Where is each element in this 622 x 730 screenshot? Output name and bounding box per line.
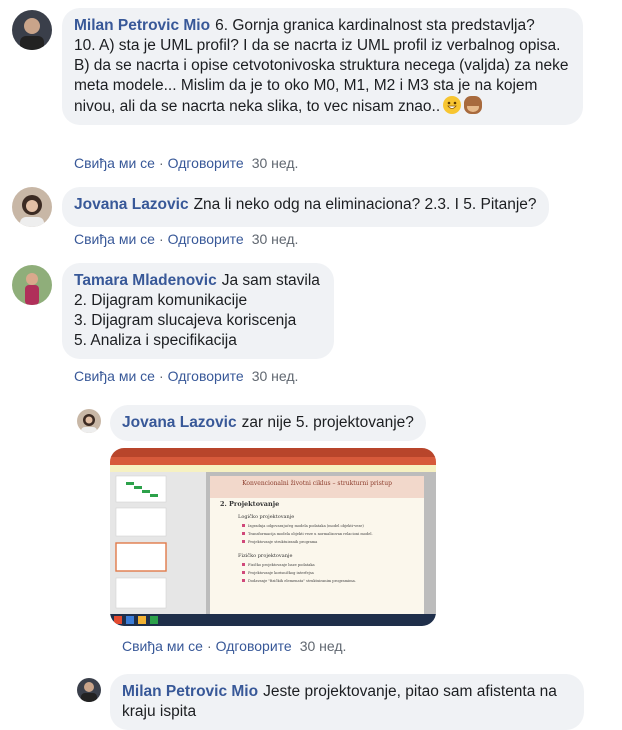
slide-heading: 2. Projektovanje — [220, 500, 279, 508]
comment-2: Jovana Lazovic Zna li neko odg na elimina… — [12, 187, 549, 227]
slide-title: Konvencionalni životni ciklus – struktur… — [242, 480, 392, 487]
comment-1: Milan Petrovic Mio 6. Gornja granica kard… — [12, 8, 583, 125]
avatar[interactable] — [12, 265, 52, 305]
comment-text: Zna li neko odg na eliminaciona? 2.3. I … — [193, 196, 537, 213]
comment-author[interactable]: Jovana Lazovic — [74, 196, 189, 213]
grinning-face-icon — [443, 96, 462, 114]
physical-item: Fizičko projektovanje baze podataka — [248, 563, 316, 567]
timestamp[interactable]: 30 нед. — [252, 155, 299, 171]
separator: · — [206, 638, 212, 654]
comment-actions: Свиђа ми се · Одговорите 30 нед. — [122, 638, 346, 654]
like-link[interactable]: Свиђа ми се — [74, 231, 155, 247]
like-link[interactable]: Свиђа ми се — [74, 155, 155, 171]
reply-link[interactable]: Одговорите — [168, 368, 244, 384]
comment-bubble: Milan Petrovic Mio 6. Gornja granica kard… — [62, 8, 583, 125]
like-link[interactable]: Свиђа ми се — [74, 368, 155, 384]
physical-item: Projektovanje korisničkog interfejsa — [248, 571, 315, 575]
reply-link[interactable]: Одговорите — [168, 231, 244, 247]
timestamp[interactable]: 30 нед. — [300, 638, 347, 654]
physical-item: Dodavanje "fizičkih elemenata" struktuir… — [248, 579, 356, 583]
comment-bubble: Milan Petrovic Mio Jeste projektovanje, p… — [110, 674, 584, 730]
separator: · — [158, 155, 164, 171]
reply-link[interactable]: Одговорите — [168, 155, 244, 171]
comment-bubble: Tamara Mladenovic Ja sam stavila 2. Dijag… — [62, 263, 334, 359]
comment-bubble: Jovana Lazovic zar nije 5. projektovanje? — [110, 405, 426, 441]
avatar[interactable] — [77, 678, 101, 702]
comment-author[interactable]: Milan Petrovic Mio — [74, 17, 210, 34]
see-no-evil-monkey-icon — [464, 96, 483, 114]
comment-actions: Свиђа ми се · Одговорите 30 нед. — [74, 231, 298, 247]
comment-bubble: Jovana Lazovic Zna li neko odg na elimina… — [62, 187, 549, 227]
reply-link[interactable]: Одговорите — [216, 638, 292, 654]
powerpoint-window: Konvencionalni životni ciklus – struktur… — [110, 448, 436, 626]
attached-screenshot-image[interactable]: Konvencionalni životni ciklus – struktur… — [110, 448, 436, 626]
comment-text: zar nije 5. projektovanje? — [241, 414, 414, 431]
timestamp[interactable]: 30 нед. — [252, 231, 299, 247]
comment-author[interactable]: Tamara Mladenovic — [74, 272, 217, 289]
separator: · — [158, 231, 164, 247]
logical-item: Projektovanje struktuiranih programa — [248, 540, 318, 544]
separator: · — [158, 368, 164, 384]
logical-title: Logičko projektovanje — [238, 513, 294, 520]
comment-actions: Свиђа ми се · Одговорите 30 нед. — [74, 155, 298, 171]
reply-2: Milan Petrovic Mio Jeste projektovanje, p… — [77, 674, 584, 730]
comment-3: Tamara Mladenovic Ja sam stavila 2. Dijag… — [12, 263, 334, 359]
logical-item: Izgradnja odgovarajućeg modela podataka … — [248, 524, 364, 528]
avatar[interactable] — [12, 10, 52, 50]
like-link[interactable]: Свиђа ми се — [122, 638, 203, 654]
comment-author[interactable]: Jovana Lazovic — [122, 414, 237, 431]
avatar[interactable] — [12, 187, 52, 227]
comment-actions: Свиђа ми се · Одговорите 30 нед. — [74, 368, 298, 384]
logical-item: Transformacija modela objekti veze u nor… — [248, 532, 373, 536]
physical-title: Fizičko projektovanje — [238, 552, 292, 559]
reply-1: Jovana Lazovic zar nije 5. projektovanje? — [77, 405, 426, 441]
avatar[interactable] — [77, 409, 101, 433]
timestamp[interactable]: 30 нед. — [252, 368, 299, 384]
comment-author[interactable]: Milan Petrovic Mio — [122, 683, 258, 700]
